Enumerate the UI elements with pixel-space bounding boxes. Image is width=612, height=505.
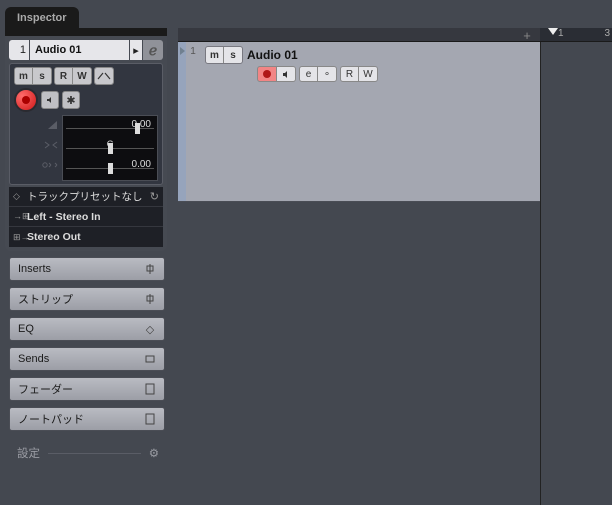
- notepad-section[interactable]: ノートパッド: [9, 407, 165, 431]
- track-read-button[interactable]: R: [341, 67, 359, 81]
- volume-value: 0.00: [132, 119, 151, 130]
- bypass-icon[interactable]: [142, 261, 158, 277]
- track-controls: m s R W ✱: [9, 63, 163, 185]
- strip-section[interactable]: ストリップ: [9, 287, 165, 311]
- output-routing-row[interactable]: ⊞→ Stereo Out: [9, 227, 163, 247]
- input-label: Left - Stereo In: [27, 211, 159, 223]
- track-preset-row[interactable]: ◇ トラックプリセットなし ↻: [9, 187, 163, 207]
- timeline-tick-1: 1: [558, 28, 564, 39]
- track-area: + 1 3 1 m s: [178, 28, 612, 505]
- crossfade-button[interactable]: [95, 68, 113, 84]
- volume-icon: [14, 115, 58, 135]
- fader-section[interactable]: フェーダー: [9, 377, 165, 401]
- timeline-tick-3: 3: [604, 28, 610, 39]
- pan-slider[interactable]: C: [66, 138, 154, 158]
- output-label: Stereo Out: [27, 231, 159, 243]
- track-list-header: +: [178, 28, 540, 41]
- track-row-index: 1: [186, 42, 200, 201]
- record-enable-button[interactable]: [14, 88, 38, 112]
- track-row-name[interactable]: Audio 01: [247, 48, 298, 62]
- mute-button[interactable]: m: [15, 68, 33, 84]
- track-write-button[interactable]: W: [359, 67, 377, 81]
- eq-section[interactable]: EQ ◇: [9, 317, 165, 341]
- diamond-icon[interactable]: ◇: [142, 321, 158, 337]
- track-expand-icon[interactable]: [178, 42, 186, 201]
- fader-box: 0.00 C 0.00: [14, 115, 158, 181]
- track-index: 1: [9, 40, 29, 60]
- bypass-icon[interactable]: [142, 351, 158, 367]
- track-dropdown-icon[interactable]: ▸: [130, 40, 142, 60]
- settings-label: 設定: [17, 445, 40, 461]
- read-automation-button[interactable]: R: [55, 68, 73, 84]
- inspector-tab-bar: Inspector: [5, 0, 167, 28]
- volume-slider[interactable]: 0.00: [66, 118, 154, 138]
- pan-icon: [14, 135, 58, 155]
- page-icon[interactable]: [142, 411, 158, 427]
- output-routing-icon: ⊞→: [13, 232, 27, 243]
- track-mute-button[interactable]: m: [206, 47, 224, 63]
- track-menu-button[interactable]: ∘: [318, 67, 336, 81]
- track-name-row: 1 Audio 01 ▸ ℯ: [9, 40, 163, 60]
- pan-value: C: [107, 139, 114, 149]
- diamond-icon: ◇: [13, 191, 27, 202]
- delay-icon: [14, 155, 58, 175]
- timeline-events[interactable]: [540, 42, 612, 505]
- input-routing-row[interactable]: →⊞ Left - Stereo In: [9, 207, 163, 227]
- playhead-marker[interactable]: [548, 28, 558, 35]
- inspector-panel: Inspector 1 Audio 01 ▸ ℯ m s R W: [5, 0, 167, 505]
- page-icon[interactable]: [142, 381, 158, 397]
- preset-io-list: ◇ トラックプリセットなし ↻ →⊞ Left - Stereo In ⊞→ S…: [9, 187, 163, 247]
- edit-channel-button[interactable]: ℯ: [143, 40, 163, 60]
- delay-value: 0.00: [132, 159, 151, 170]
- track-edit-button[interactable]: e: [300, 67, 318, 81]
- mute-solo-track: m s: [205, 46, 243, 64]
- write-automation-button[interactable]: W: [73, 68, 91, 84]
- settings-row[interactable]: 設定 ⚙: [9, 445, 165, 461]
- gear-icon[interactable]: ⚙: [149, 446, 159, 460]
- track-monitor-button[interactable]: [277, 67, 295, 81]
- freeze-button[interactable]: ✱: [62, 91, 80, 109]
- bypass-icon[interactable]: [142, 291, 158, 307]
- mute-solo-group: m s: [14, 67, 52, 85]
- inserts-section[interactable]: Inserts: [9, 257, 165, 281]
- solo-button[interactable]: s: [33, 68, 51, 84]
- track-record-button[interactable]: [257, 66, 277, 82]
- track-row[interactable]: 1 m s Audio 01: [178, 42, 540, 202]
- automation-group: R W: [54, 67, 92, 85]
- delay-slider[interactable]: 0.00: [66, 158, 154, 178]
- timeline-ruler[interactable]: 1 3: [540, 28, 612, 41]
- inspector-tab[interactable]: Inspector: [5, 7, 79, 28]
- monitor-button[interactable]: [41, 91, 59, 109]
- track-solo-button[interactable]: s: [224, 47, 242, 63]
- inspector-body: 1 Audio 01 ▸ ℯ m s R W: [5, 36, 167, 251]
- preset-label: トラックプリセットなし: [27, 189, 145, 204]
- input-routing-icon: →⊞: [13, 211, 27, 222]
- reload-icon[interactable]: ↻: [145, 190, 159, 203]
- sends-section[interactable]: Sends: [9, 347, 165, 371]
- track-list: 1 m s Audio 01: [178, 42, 540, 505]
- track-name-field[interactable]: Audio 01: [30, 40, 129, 60]
- add-track-button[interactable]: +: [518, 28, 536, 42]
